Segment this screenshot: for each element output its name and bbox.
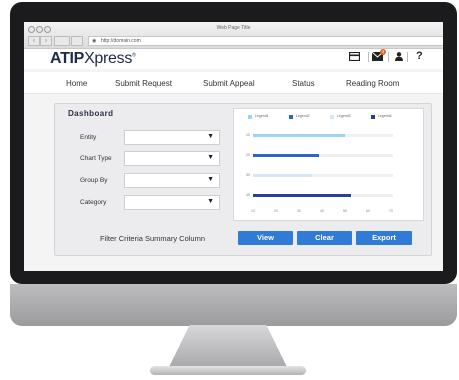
app-logo[interactable]: ATIPXpress® [50,50,136,68]
export-button[interactable]: Export [356,231,412,245]
chart-container [233,108,424,221]
nav-home[interactable]: Home [66,79,87,88]
dropdown-arrow-icon: ▼ [207,133,214,140]
dashboard-title: Dashboard [68,109,114,118]
nav-status[interactable]: Status [292,79,315,88]
logo-registered: ® [132,52,136,59]
entity-select[interactable]: ▼ [124,130,220,145]
header-divider [407,52,408,62]
help-icon[interactable]: ? [416,50,423,62]
dropdown-arrow-icon: ▼ [207,198,214,205]
url-text: http://domain.com [101,38,141,44]
dropdown-arrow-icon: ▼ [207,176,214,183]
globe-icon: ◉ [92,38,97,44]
clear-button[interactable]: Clear [297,231,352,245]
chart-type-label: Chart Type [80,155,112,162]
card-icon[interactable] [348,51,361,64]
group-by-label: Group By [80,177,108,184]
header-divider [388,52,389,62]
group-by-select[interactable]: ▼ [124,173,220,188]
category-select[interactable]: ▼ [124,195,220,210]
nav-reading-room[interactable]: Reading Room [346,79,399,88]
view-button[interactable]: View [238,231,293,245]
browser-page-title: Web Page Title [216,25,251,31]
dropdown-arrow-icon: ▼ [207,154,214,161]
nav-submit-appeal[interactable]: Submit Appeal [203,79,255,88]
category-label: Category [80,199,107,206]
logo-bold: ATIP [50,50,85,67]
logo-light: Xpress [84,50,133,67]
filter-summary-label: Filter Criteria Summary Column [100,234,206,243]
monitor-stand-neck [168,325,288,369]
entity-label: Entity [80,134,97,141]
monitor-chin [10,284,457,326]
user-icon[interactable] [395,52,403,64]
browser-forward-button[interactable]: › [40,36,52,46]
nav-submit-request[interactable]: Submit Request [115,79,172,88]
browser-menu-button[interactable] [71,36,83,46]
header-divider [368,52,369,62]
notification-badge: 3 [380,49,386,55]
chart-type-select[interactable]: ▼ [124,151,220,166]
browser-toolbar: Web Page Title ‹ › ◉ http://domain.com [24,22,443,49]
browser-tab-button[interactable] [54,36,70,46]
url-bar[interactable]: ◉ http://domain.com [88,36,443,46]
monitor-stand-base [150,366,306,375]
browser-back-button[interactable]: ‹ [28,36,40,46]
